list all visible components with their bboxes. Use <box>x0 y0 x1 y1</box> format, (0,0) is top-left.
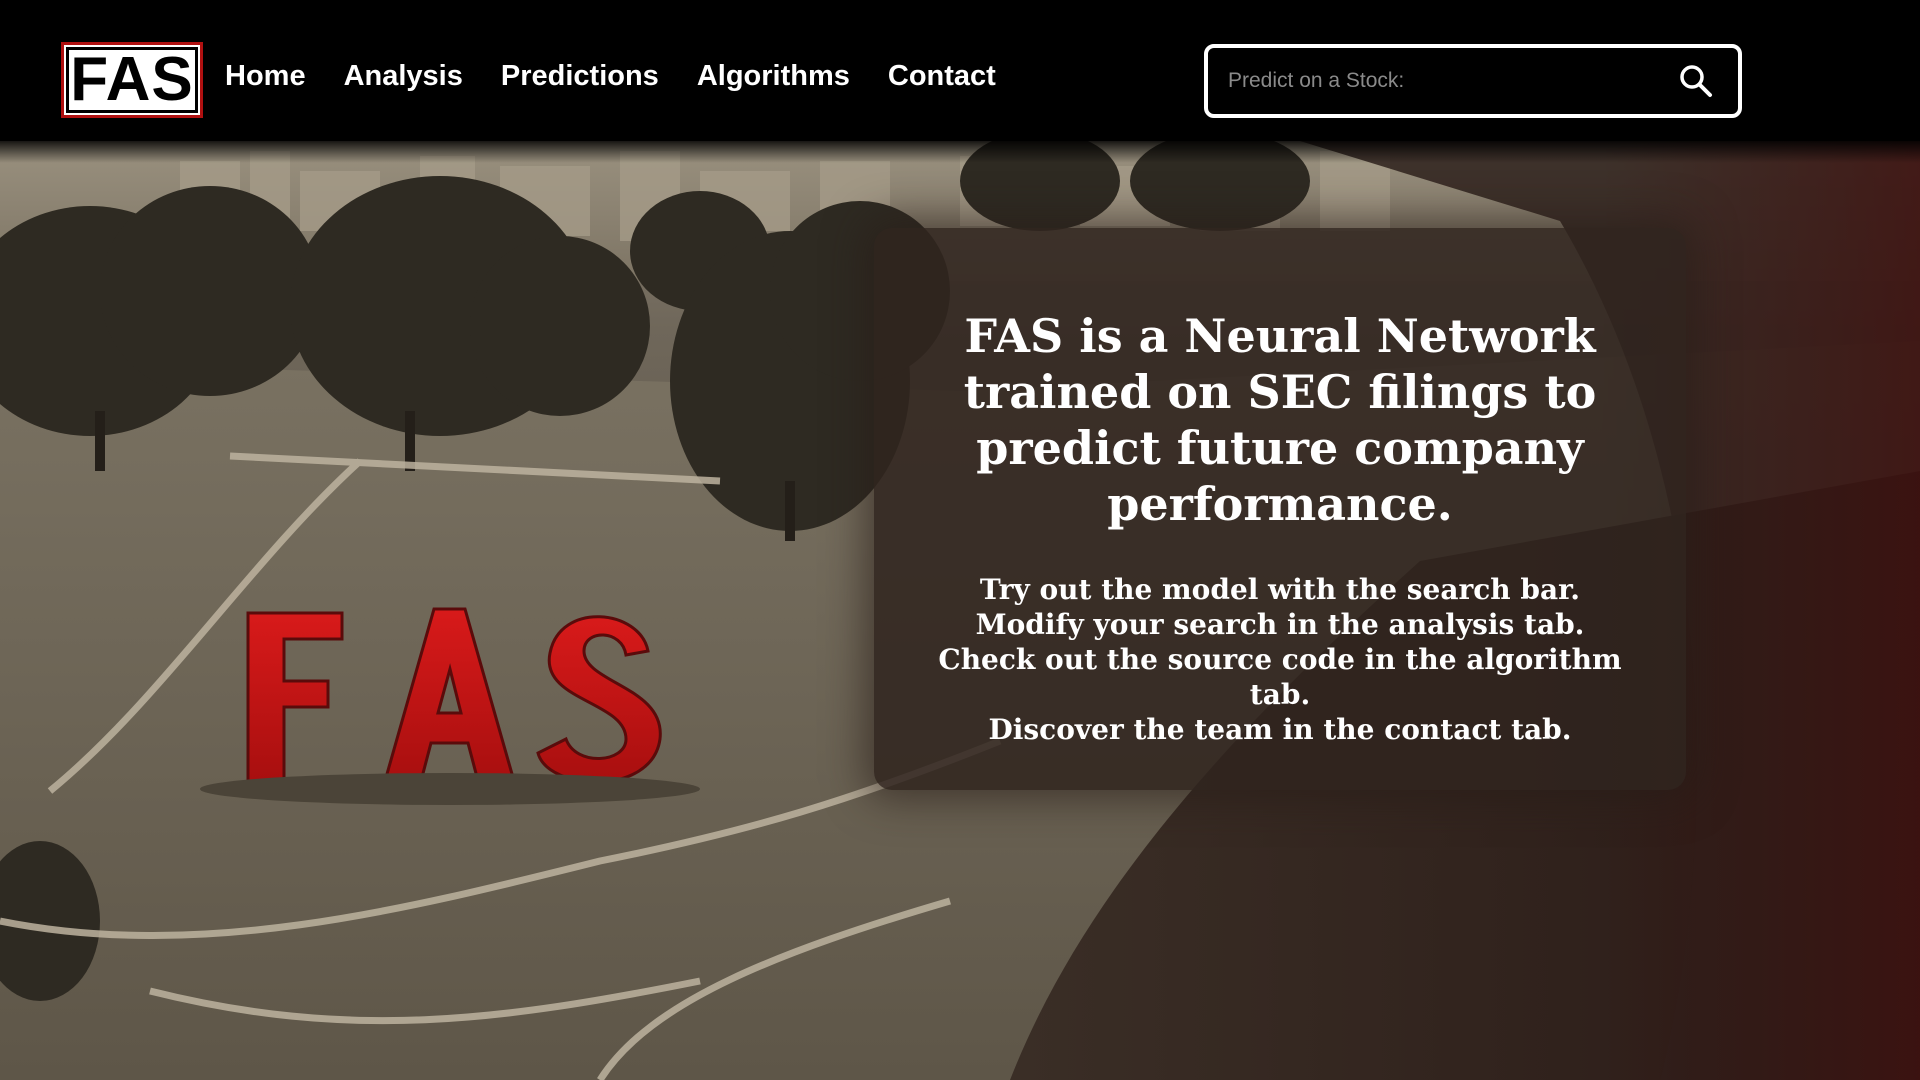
search-button[interactable] <box>1668 53 1724 109</box>
intro-instructions: Try out the model with the search bar. M… <box>904 572 1656 747</box>
nav-link-home[interactable]: Home <box>225 60 306 93</box>
instruction-contact: Discover the team in the contact tab. <box>988 713 1572 746</box>
fas-logo[interactable]: FAS <box>61 42 203 118</box>
main-nav: Home Analysis Predictions Algorithms Con… <box>225 60 996 93</box>
search-icon <box>1680 65 1712 97</box>
top-navbar: FAS Home Analysis Predictions Algorithms… <box>0 0 1920 163</box>
nav-link-analysis[interactable]: Analysis <box>344 60 463 93</box>
instruction-analysis: Modify your search in the analysis tab. <box>975 608 1585 641</box>
instruction-search: Try out the model with the search bar. <box>979 573 1581 606</box>
nav-link-algorithms[interactable]: Algorithms <box>697 60 850 93</box>
stock-search-input[interactable] <box>1208 48 1668 114</box>
instruction-algorithm: Check out the source code in the algorit… <box>938 643 1622 711</box>
stock-search-bar <box>1204 44 1742 118</box>
logo-text: FAS <box>66 47 198 113</box>
intro-heading: FAS is a Neural Network trained on SEC f… <box>963 309 1597 531</box>
nav-link-predictions[interactable]: Predictions <box>501 60 659 93</box>
nav-link-contact[interactable]: Contact <box>888 60 996 93</box>
intro-info-panel: FAS is a Neural Network trained on SEC f… <box>874 228 1686 790</box>
